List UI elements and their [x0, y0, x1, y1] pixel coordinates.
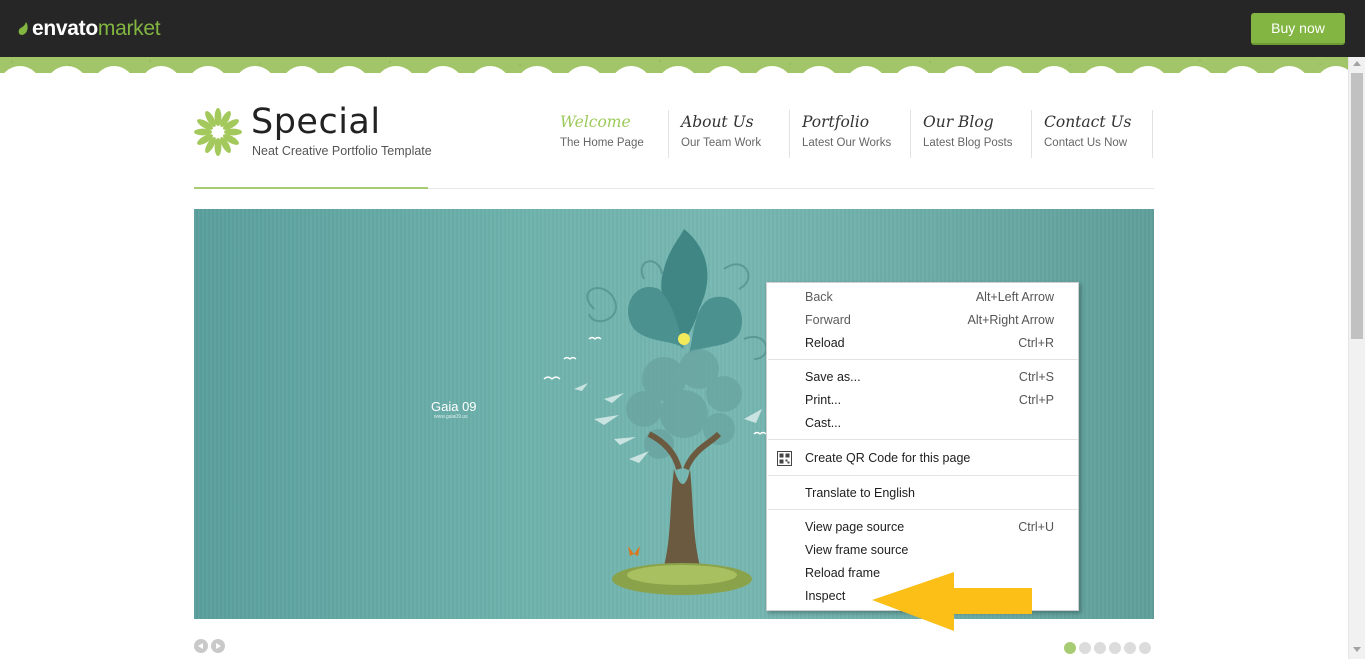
menu-item-shortcut: Ctrl+S — [1018, 370, 1054, 384]
nav-subtitle: Our Team Work — [681, 137, 762, 149]
nav-title: Our Blog — [923, 113, 994, 131]
page-scrollbar[interactable] — [1348, 57, 1365, 659]
logo-market-text: market — [97, 17, 161, 40]
nav-subtitle: Latest Blog Posts — [923, 137, 1013, 149]
envato-leaf-icon — [18, 22, 28, 35]
context-menu-item-print[interactable]: Print... Ctrl+P — [767, 389, 1078, 412]
menu-item-label: Create QR Code for this page — [805, 451, 971, 465]
envato-market-logo[interactable]: envato market — [18, 17, 161, 41]
slider-next-icon[interactable] — [211, 639, 225, 653]
menu-item-shortcut: Ctrl+P — [1018, 393, 1054, 407]
nav-subtitle: The Home Page — [560, 137, 644, 149]
slider-dot[interactable] — [1139, 642, 1151, 654]
menu-item-shortcut: Ctrl+U — [1018, 520, 1054, 534]
nav-item-contact-us[interactable]: Contact Us Contact Us Now — [1032, 110, 1153, 158]
envato-top-bar: envato market Buy now — [0, 0, 1365, 57]
nav-item-our-blog[interactable]: Our Blog Latest Blog Posts — [911, 110, 1032, 158]
brand-tagline: Neat Creative Portfolio Template — [252, 144, 432, 158]
slider-dot[interactable] — [1079, 642, 1091, 654]
menu-item-label: Back — [805, 290, 833, 304]
menu-item-label: Print... — [805, 393, 842, 407]
menu-item-label: Inspect — [805, 589, 846, 603]
slider-dot[interactable] — [1124, 642, 1136, 654]
slider-prev-icon[interactable] — [194, 639, 208, 653]
menu-item-shortcut: Alt+Right Arrow — [967, 313, 1055, 327]
browser-context-menu: Back Alt+Left Arrow Forward Alt+Right Ar… — [766, 282, 1079, 611]
slider-dot[interactable] — [1064, 642, 1076, 654]
menu-separator — [768, 359, 1078, 360]
context-menu-item-reload[interactable]: Reload Ctrl+R — [767, 332, 1078, 355]
scrollbar-thumb[interactable] — [1351, 73, 1363, 339]
scalloped-border — [0, 57, 1350, 87]
context-menu-item-back[interactable]: Back Alt+Left Arrow — [767, 286, 1078, 309]
menu-item-label: View frame source — [805, 543, 909, 557]
nav-item-welcome[interactable]: Welcome The Home Page — [548, 110, 669, 158]
nav-subtitle: Contact Us Now — [1044, 137, 1128, 149]
menu-separator — [768, 509, 1078, 510]
menu-item-label: Translate to English — [805, 486, 916, 500]
nav-item-portfolio[interactable]: Portfolio Latest Our Works — [790, 110, 911, 158]
context-menu-item-translate[interactable]: Translate to English — [767, 482, 1078, 505]
menu-item-shortcut: Alt+Left Arrow — [975, 290, 1054, 304]
nav-title: Contact Us — [1044, 113, 1132, 131]
menu-separator — [768, 475, 1078, 476]
context-menu-item-view-page-source[interactable]: View page source Ctrl+U — [767, 516, 1078, 539]
menu-item-label: Forward — [805, 313, 851, 327]
qr-code-icon — [777, 451, 792, 466]
context-menu-item-forward[interactable]: Forward Alt+Right Arrow — [767, 309, 1078, 332]
scroll-up-arrow-icon[interactable] — [1353, 61, 1361, 66]
nav-title: About Us — [681, 113, 754, 131]
menu-item-label: Reload — [805, 336, 845, 350]
slider-dot[interactable] — [1094, 642, 1106, 654]
nav-subtitle: Latest Our Works — [802, 137, 892, 149]
context-menu-item-view-frame-source[interactable]: View frame source — [767, 539, 1078, 562]
slider-dot[interactable] — [1109, 642, 1121, 654]
menu-item-shortcut: Ctrl+R — [1018, 336, 1054, 350]
context-menu-item-save-as[interactable]: Save as... Ctrl+S — [767, 366, 1078, 389]
context-menu-item-create-qr-code[interactable]: Create QR Code for this page — [767, 447, 1078, 470]
menu-item-label: Save as... — [805, 370, 861, 384]
buy-now-button[interactable]: Buy now — [1251, 13, 1345, 45]
slider-arrows — [194, 639, 225, 653]
main-navigation: Welcome The Home Page About Us Our Team … — [548, 110, 1153, 158]
nav-title: Portfolio — [802, 113, 870, 131]
scroll-down-arrow-icon[interactable] — [1353, 647, 1361, 652]
logo-envato-text: envato — [32, 17, 98, 40]
slide-caption: Gaia 09 — [431, 399, 477, 414]
brand-title: Special — [251, 102, 381, 142]
slider-pagination — [1064, 642, 1151, 654]
context-menu-item-cast[interactable]: Cast... — [767, 412, 1078, 435]
slide-caption-url: www.gaia09.us — [434, 414, 468, 420]
highlight-arrow-icon — [872, 572, 1032, 631]
menu-separator — [768, 439, 1078, 440]
nav-item-about-us[interactable]: About Us Our Team Work — [669, 110, 790, 158]
menu-item-label: View page source — [805, 520, 905, 534]
menu-item-label: Cast... — [805, 416, 842, 430]
menu-item-label: Reload frame — [805, 566, 881, 580]
nav-title: Welcome — [560, 113, 631, 131]
header-divider-accent — [194, 187, 428, 189]
flower-logo-icon — [194, 108, 242, 156]
